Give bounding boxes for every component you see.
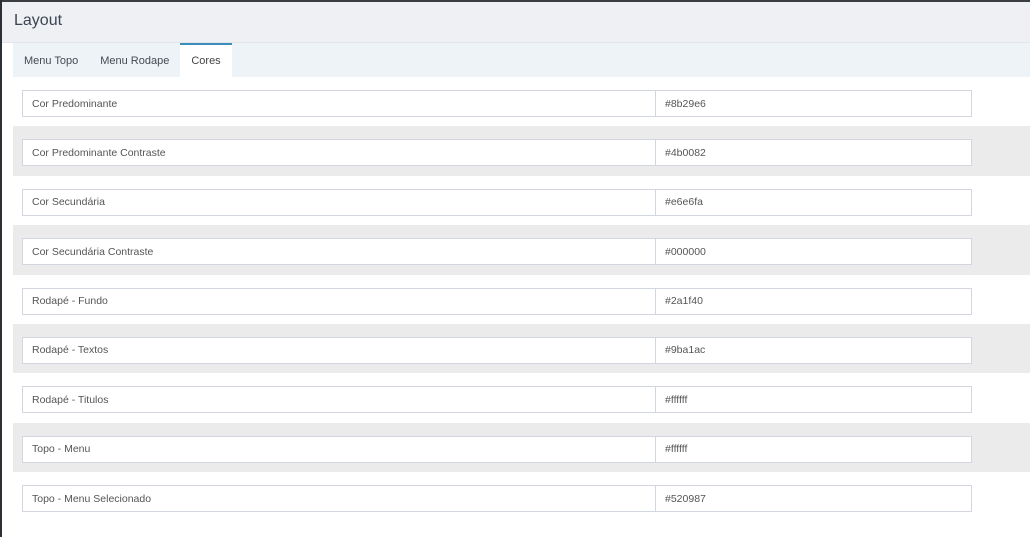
setting-row: Cor Secundária Contraste #000000 [13, 225, 1030, 275]
setting-row: Rodapé - Fundo #2a1f40 [13, 275, 1030, 324]
page-header: Layout [2, 2, 1030, 43]
setting-label: Cor Predominante [22, 90, 656, 117]
setting-value-input[interactable]: #4b0082 [655, 139, 972, 167]
setting-row: Rodapé - Textos #9ba1ac [13, 323, 1030, 374]
setting-label: Cor Secundária [22, 188, 656, 216]
setting-label: Rodapé - Titulos [22, 386, 656, 414]
setting-row: Cor Predominante Contraste #4b0082 [13, 126, 1030, 176]
setting-value-input[interactable]: #8b29e6 [655, 90, 972, 117]
setting-value-input[interactable]: #ffffff [655, 435, 972, 463]
setting-row: Rodapé - Titulos #ffffff [13, 373, 1030, 422]
setting-label: Rodapé - Fundo [22, 287, 656, 315]
setting-value-input[interactable]: #000000 [655, 238, 972, 266]
content-panel: Menu Topo Menu Rodape Cores Cor Predomin… [13, 43, 1030, 537]
tab-bar: Menu Topo Menu Rodape Cores [13, 43, 1030, 77]
setting-value-input[interactable]: #520987 [655, 485, 972, 513]
tab-menu-rodape[interactable]: Menu Rodape [89, 43, 180, 77]
app-frame: Layout Menu Topo Menu Rodape Cores Cor P… [2, 2, 1030, 537]
setting-row: Cor Secundária #e6e6fa [13, 176, 1030, 225]
tab-cores[interactable]: Cores [180, 43, 232, 77]
settings-list: Cor Predominante #8b29e6 Cor Predominant… [13, 77, 1030, 522]
setting-value-input[interactable]: #2a1f40 [655, 287, 972, 315]
setting-row: Topo - Menu Selecionado #520987 [13, 472, 1030, 521]
setting-value-input[interactable]: #ffffff [655, 386, 972, 414]
setting-row: Cor Predominante #8b29e6 [13, 77, 1030, 126]
setting-value-input[interactable]: #9ba1ac [655, 336, 972, 364]
tab-menu-topo[interactable]: Menu Topo [13, 43, 89, 77]
setting-label: Topo - Menu Selecionado [22, 485, 656, 513]
setting-label: Rodapé - Textos [22, 336, 656, 364]
setting-label: Cor Predominante Contraste [22, 139, 656, 167]
setting-label: Cor Secundária Contraste [22, 238, 656, 266]
setting-row: Topo - Menu #ffffff [13, 422, 1030, 473]
page-title: Layout [14, 12, 63, 29]
setting-value-input[interactable]: #e6e6fa [655, 188, 972, 216]
setting-label: Topo - Menu [22, 435, 656, 463]
